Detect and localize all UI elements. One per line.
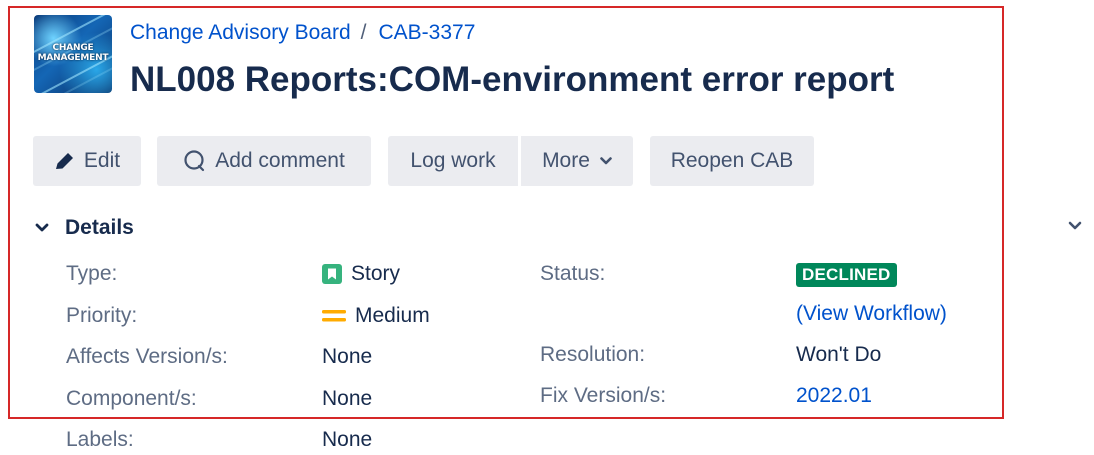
resolution-label: Resolution:	[540, 343, 646, 366]
type-value-text: Story	[351, 262, 401, 285]
add-comment-label: Add comment	[215, 149, 345, 172]
more-button[interactable]: More	[521, 136, 633, 186]
add-comment-button[interactable]: Add comment	[157, 136, 371, 186]
fix-version-value: 2022.01	[796, 381, 872, 411]
story-icon	[322, 264, 342, 284]
type-label: Type:	[66, 262, 118, 285]
comment-icon	[183, 150, 207, 172]
edit-button[interactable]: Edit	[33, 136, 141, 186]
breadcrumb-issue-key[interactable]: CAB-3377	[378, 21, 475, 44]
logo-text-line1: CHANGE	[52, 43, 94, 53]
status-value: DECLINED	[796, 259, 897, 289]
logo-text-line2: MANAGEMENT	[37, 53, 109, 63]
edit-label: Edit	[83, 149, 121, 172]
priority-value-text: Medium	[355, 304, 430, 327]
pencil-icon	[54, 151, 76, 171]
log-work-label: Log work	[410, 149, 496, 172]
component-label: Component/s:	[66, 387, 197, 410]
component-value: None	[322, 387, 373, 410]
status-label: Status:	[540, 262, 606, 285]
details-section-toggle[interactable]: Details	[35, 216, 134, 240]
view-workflow-row: (View Workflow)	[796, 299, 947, 329]
log-work-button[interactable]: Log work	[388, 136, 518, 186]
breadcrumb: Change Advisory Board / CAB-3377	[130, 20, 475, 46]
breadcrumb-project-link[interactable]: Change Advisory Board	[130, 21, 351, 44]
status-badge: DECLINED	[796, 263, 897, 287]
logo-text: CHANGE MANAGEMENT	[34, 43, 112, 63]
side-panel-toggle[interactable]	[1066, 218, 1084, 236]
priority-medium-icon	[322, 308, 346, 324]
type-value: Story	[322, 259, 400, 289]
page-title: NL008 Reports:COM-environment error repo…	[130, 60, 895, 99]
affects-version-label: Affects Version/s:	[66, 345, 228, 368]
view-workflow-link[interactable]: (View Workflow)	[796, 302, 947, 325]
more-label: More	[542, 149, 590, 172]
affects-version-value: None	[322, 345, 373, 368]
project-avatar[interactable]: CHANGE MANAGEMENT	[34, 15, 112, 93]
resolution-value: Won't Do	[796, 343, 882, 366]
fix-version-label: Fix Version/s:	[540, 384, 667, 407]
priority-value: Medium	[322, 301, 430, 331]
reopen-cab-label: Reopen CAB	[670, 149, 794, 172]
breadcrumb-separator: /	[360, 21, 367, 44]
reopen-cab-button[interactable]: Reopen CAB	[650, 136, 814, 186]
details-section-label: Details	[65, 216, 134, 239]
chevron-down-icon	[35, 223, 51, 233]
fix-version-link[interactable]: 2022.01	[796, 384, 872, 407]
chevron-down-icon	[600, 157, 612, 165]
chevron-down-icon	[1068, 218, 1082, 236]
priority-label: Priority:	[66, 304, 138, 327]
